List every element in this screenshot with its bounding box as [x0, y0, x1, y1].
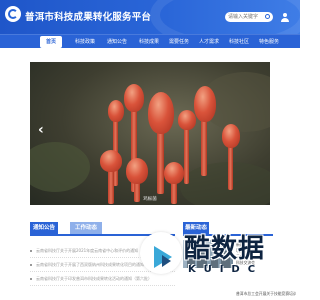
news-item[interactable]: 普洱市总工会开展关于技能竞赛培训 [236, 291, 296, 297]
background-foliage [30, 142, 90, 192]
watermark-logo: 酷数据 KUIDC [138, 228, 278, 282]
notice-title[interactable]: 云南省科技厅关于印发普洱市科技成果转化活动的通知（第六批） [36, 276, 152, 282]
notice-title[interactable]: 云南省科技厅关于开展2021年度云南省中心和评价的通知 [36, 248, 138, 254]
tab-notices[interactable]: 通知公告 [30, 222, 58, 234]
nav-item-tasks[interactable]: 需要任务 [166, 36, 192, 48]
nav-item-notices[interactable]: 通知公告 [104, 36, 130, 48]
search-icon[interactable] [265, 14, 270, 19]
main-nav: 首页 科技政策 通知公告 科技成果 需要任务 人才需求 科技社区 特色服务 [0, 34, 300, 48]
site-header: 普洱市科技成果转化服务平台 [0, 0, 300, 34]
search-input[interactable] [228, 13, 262, 21]
site-title[interactable]: 普洱市科技成果转化服务平台 [25, 9, 151, 23]
user-icon[interactable] [280, 13, 290, 22]
watermark-subtitle: KUIDC [188, 264, 264, 275]
tab-work-updates[interactable]: 工作动态 [70, 222, 102, 234]
nav-item-home[interactable]: 首页 [40, 36, 62, 48]
bullet-icon [30, 277, 32, 280]
nav-item-talent[interactable]: 人才需求 [196, 36, 222, 48]
notice-title[interactable]: 云南省科技厅关于开展了西双版纳州科技成果转化项目的通知 [36, 262, 144, 268]
watermark-play-icon [140, 232, 182, 274]
hero-carousel[interactable]: ‹ 鸡枞菌 [30, 62, 270, 205]
nav-item-policy[interactable]: 科技政策 [72, 36, 98, 48]
nav-item-services[interactable]: 特色服务 [256, 36, 282, 48]
bullet-icon [30, 263, 32, 266]
watermark-title: 酷数据 [184, 234, 266, 264]
site-logo-icon[interactable] [5, 6, 21, 22]
bullet-icon [30, 249, 32, 252]
search-box[interactable] [225, 12, 273, 22]
nav-item-achievements[interactable]: 科技成果 [136, 36, 162, 48]
hero-caption: 鸡枞菌 [143, 197, 157, 202]
nav-item-community[interactable]: 科技社区 [226, 36, 252, 48]
carousel-prev-icon[interactable]: ‹ [38, 122, 44, 138]
